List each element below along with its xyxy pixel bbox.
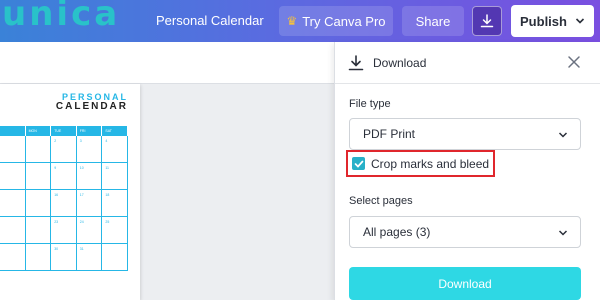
file-type-select[interactable]: PDF Print (349, 118, 581, 150)
select-pages-select[interactable]: All pages (3) (349, 216, 581, 248)
try-canva-pro-label: Try Canva Pro (302, 13, 386, 29)
download-panel-header: Download (335, 42, 600, 84)
calendar-cell (0, 244, 26, 271)
crop-marks-label: Crop marks and bleed (371, 157, 490, 171)
calendar-row: 9 10 11 (0, 163, 128, 190)
calendar-cell (0, 163, 26, 190)
chevron-down-icon (575, 18, 585, 24)
calendar-day-header: TUE (51, 126, 77, 136)
chevron-down-icon (558, 132, 568, 138)
try-canva-pro-button[interactable]: ♛ Try Canva Pro (279, 6, 393, 36)
calendar-cell: 23 (51, 217, 77, 244)
calendar-cell (0, 190, 26, 217)
calendar-cell (25, 217, 52, 244)
calendar-row: 23 24 25 (0, 217, 128, 244)
calendar-page[interactable]: PERSONAL CALENDAR MON TUE FRI SAT 2 3 4 … (0, 84, 140, 300)
crown-icon: ♛ (286, 14, 298, 28)
calendar-day-header: FRI (77, 126, 103, 136)
calendar-cell: 17 (76, 190, 103, 217)
crop-marks-checkbox[interactable] (352, 157, 365, 170)
calendar-grid: MON TUE FRI SAT 2 3 4 9 10 11 16 17 18 2… (0, 126, 128, 272)
calendar-cell (25, 136, 52, 163)
calendar-cell: 9 (51, 163, 77, 190)
calendar-cell: 10 (76, 163, 103, 190)
calendar-row: 16 17 18 (0, 190, 128, 217)
chevron-down-icon (558, 230, 568, 236)
calendar-header-row: MON TUE FRI SAT (0, 126, 128, 136)
calendar-cell (0, 217, 26, 244)
download-icon-button[interactable] (472, 6, 502, 36)
publish-label: Publish (520, 13, 567, 29)
calendar-cell (25, 190, 52, 217)
calendar-row: 2 3 4 (0, 136, 128, 163)
checkmark-icon (354, 160, 363, 168)
calendar-cell: 16 (51, 190, 77, 217)
calendar-day-header: MON (26, 126, 52, 136)
download-button[interactable]: Download (349, 267, 581, 300)
editor-toolbar (0, 42, 334, 84)
calendar-cell (25, 163, 52, 190)
calendar-title-line2: CALENDAR (55, 101, 128, 112)
calendar-cell (102, 244, 128, 271)
crop-marks-option[interactable]: Crop marks and bleed (346, 150, 495, 177)
share-button[interactable]: Share (402, 6, 464, 36)
download-icon (348, 55, 364, 71)
calendar-row: 30 31 (0, 244, 128, 271)
publish-button[interactable]: Publish (511, 5, 594, 37)
top-bar: unica Personal Calendar ♛ Try Canva Pro … (0, 0, 600, 42)
download-icon (480, 14, 494, 28)
select-pages-value: All pages (3) (363, 225, 431, 239)
calendar-cell: 11 (102, 163, 128, 190)
calendar-cell: 30 (51, 244, 77, 271)
close-icon[interactable] (567, 55, 581, 69)
calendar-cell: 4 (102, 136, 128, 163)
calendar-cell (25, 244, 52, 271)
calendar-cell: 31 (76, 244, 103, 271)
file-type-value: PDF Print (363, 127, 416, 141)
calendar-cell: 25 (102, 217, 128, 244)
calendar-cell: 3 (76, 136, 103, 163)
calendar-day-header: SAT (102, 126, 128, 136)
calendar-cell: 24 (76, 217, 103, 244)
calendar-cell (0, 136, 26, 163)
calendar-cell: 18 (102, 190, 128, 217)
document-title[interactable]: Personal Calendar (156, 13, 264, 28)
calendar-day-header (0, 126, 26, 136)
download-panel-title: Download (373, 56, 427, 70)
calendar-cell: 2 (51, 136, 77, 163)
calendar-title: PERSONAL CALENDAR (56, 92, 128, 112)
logo: unica (2, 0, 121, 34)
file-type-label: File type (349, 98, 391, 110)
select-pages-label: Select pages (349, 195, 413, 207)
